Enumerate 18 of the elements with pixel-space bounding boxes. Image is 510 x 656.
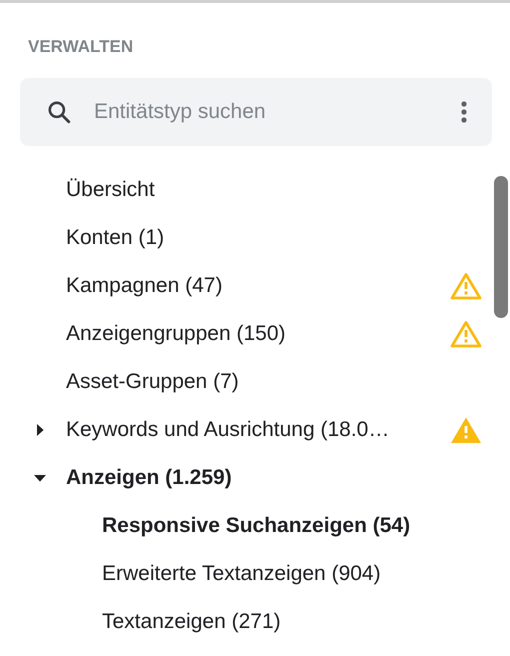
caret-icon[interactable] <box>34 472 46 484</box>
tree-item[interactable]: Asset-Gruppen (7) <box>66 370 482 394</box>
tree-item[interactable]: Keywords und Ausrichtung (18.0… <box>66 418 450 442</box>
tree-item[interactable]: Anzeigen (1.259) <box>66 466 482 490</box>
search-icon <box>46 99 72 125</box>
tree-item[interactable]: Textanzeigen (271) <box>102 610 482 634</box>
search-bar[interactable]: Entitätstyp suchen <box>20 78 492 146</box>
tree-item[interactable]: Anzeigengruppen (150) <box>66 322 450 346</box>
search-field[interactable]: Entitätstyp suchen <box>92 99 460 125</box>
tree-item[interactable]: Übersicht <box>66 178 482 202</box>
section-heading: VERWALTEN <box>28 37 134 57</box>
scrollbar[interactable] <box>494 176 508 318</box>
tree-item[interactable]: Erweiterte Textanzeigen (904) <box>102 562 482 586</box>
caret-icon[interactable] <box>34 424 46 436</box>
tree-item[interactable]: Kampagnen (47) <box>66 274 450 298</box>
tree-item[interactable]: Konten (1) <box>66 226 482 250</box>
more-options-icon[interactable] <box>460 100 468 124</box>
tree-item[interactable]: Responsive Suchanzeigen (54) <box>102 514 482 538</box>
